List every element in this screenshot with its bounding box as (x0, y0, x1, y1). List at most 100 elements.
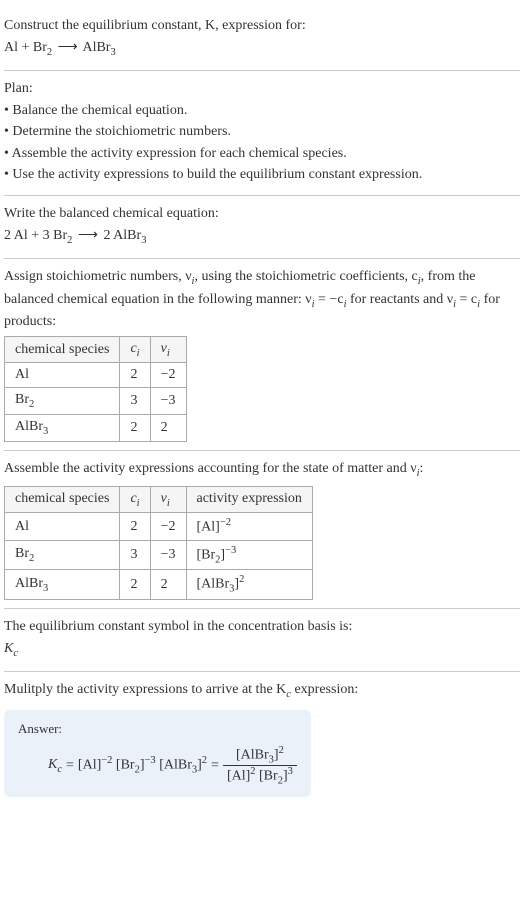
cell-species: Br2 (5, 388, 120, 415)
balanced-title: Write the balanced chemical equation: (4, 204, 520, 224)
equals-sign-2: = (211, 758, 219, 774)
ae-base: [AlBr (197, 577, 230, 592)
table-row: Al 2 −2 [Al]−2 (5, 513, 313, 541)
multiply-text: Mulitply the activity expressions to arr… (4, 680, 520, 702)
multiply-section: Mulitply the activity expressions to arr… (4, 672, 520, 805)
table-header-row: chemical species ci νi (5, 336, 187, 363)
th-vi-i: i (167, 497, 170, 508)
stoich-text: Assign stoichiometric numbers, νi, using… (4, 267, 520, 332)
cell-vi: 2 (150, 570, 186, 599)
ae-exp: 2 (239, 574, 244, 585)
eq-sub1: 2 (47, 46, 52, 57)
table-row: Br2 3 −3 [Br2]−3 (5, 541, 313, 570)
t1e: −2 (101, 755, 112, 766)
balanced-section: Write the balanced chemical equation: 2 … (4, 196, 520, 259)
cell-ci: 2 (120, 363, 150, 388)
cell-species: Al (5, 513, 120, 541)
ae-exp: −3 (225, 545, 236, 556)
th-species: chemical species (5, 336, 120, 363)
intro-equation: Al + Br2 ⟶ AlBr3 (4, 38, 520, 60)
t2e: −3 (145, 755, 156, 766)
th-ci: ci (120, 336, 150, 363)
sp-text: Br (15, 546, 29, 561)
den2a: [Br (256, 769, 278, 784)
eq-sub2: 3 (110, 46, 115, 57)
table-row: Al 2 −2 (5, 363, 187, 388)
bal-s2: 3 (141, 234, 146, 245)
answer-box: Answer: Kc = [Al]−2 [Br2]−3 [AlBr3]2 = [… (4, 710, 311, 796)
plan-section: Plan: • Balance the chemical equation. •… (4, 71, 520, 196)
bal-c1: 2 Al + 3 Br (4, 228, 67, 243)
table-row: AlBr3 2 2 [AlBr3]2 (5, 570, 313, 599)
mult-t2: expression: (291, 682, 358, 697)
st-t1: Assign stoichiometric numbers, ν (4, 269, 192, 284)
cell-vi: −3 (150, 541, 186, 570)
arrow-icon: ⟶ (58, 38, 78, 58)
st-t6: = c (456, 292, 477, 307)
bal-c2: 2 AlBr (103, 228, 141, 243)
cell-species: Al (5, 363, 120, 388)
symbol-section: The equilibrium constant symbol in the c… (4, 609, 520, 672)
activity-table: chemical species ci νi activity expressi… (4, 486, 313, 600)
sp-text: Br (15, 392, 29, 407)
cell-ci: 2 (120, 570, 150, 599)
fraction: [AlBr3]2 [Al]2 [Br2]3 (223, 745, 297, 787)
sp-text: AlBr (15, 576, 43, 591)
act-t1: Assemble the activity expressions accoun… (4, 461, 417, 476)
st-t4: = −c (315, 292, 344, 307)
expanded-form: [Al]−2 [Br2]−3 [AlBr3]2 (78, 755, 207, 775)
den1: [Al] (227, 769, 250, 784)
ae-base: [Br (197, 548, 216, 563)
th-ci-i: i (137, 497, 140, 508)
cell-species: AlBr3 (5, 570, 120, 599)
den2e: 3 (288, 766, 293, 777)
ae-exp: −2 (220, 517, 231, 528)
denominator: [Al]2 [Br2]3 (223, 766, 297, 786)
cell-activity: [Al]−2 (186, 513, 312, 541)
cell-activity: [AlBr3]2 (186, 570, 312, 599)
plan-bullet-2: • Determine the stoichiometric numbers. (4, 122, 520, 142)
arrow-icon: ⟶ (78, 226, 98, 246)
symbol-text: The equilibrium constant symbol in the c… (4, 617, 520, 637)
table-row: Br2 3 −3 (5, 388, 187, 415)
num-a: [AlBr (236, 747, 269, 762)
balanced-equation: 2 Al + 3 Br2 ⟶ 2 AlBr3 (4, 226, 520, 248)
answer-label: Answer: (18, 720, 297, 738)
cell-species: Br2 (5, 541, 120, 570)
cell-vi: −2 (150, 513, 186, 541)
cell-vi: −2 (150, 363, 186, 388)
symbol-kc: Kc (4, 639, 520, 661)
th-vi-i: i (167, 347, 170, 358)
t2a: [Br (112, 758, 134, 773)
num-e: 2 (279, 745, 284, 756)
table-row: AlBr3 2 2 (5, 415, 187, 442)
kc-symbol: Kc (48, 757, 62, 775)
sp-sub: 3 (43, 583, 48, 594)
th-vi: νi (150, 486, 186, 513)
plan-title: Plan: (4, 79, 520, 99)
plan-bullet-4: • Use the activity expressions to build … (4, 165, 520, 185)
th-ci: ci (120, 486, 150, 513)
cell-vi: 2 (150, 415, 186, 442)
sp-text: AlBr (15, 419, 43, 434)
cell-ci: 2 (120, 415, 150, 442)
eq-lhs: Al + Br (4, 40, 47, 55)
t1: [Al] (78, 758, 101, 773)
cell-activity: [Br2]−3 (186, 541, 312, 570)
stoich-table: chemical species ci νi Al 2 −2 Br2 3 −3 … (4, 336, 187, 442)
kc-k: K (4, 641, 13, 656)
kc-c: c (13, 647, 18, 658)
th-vi: νi (150, 336, 186, 363)
sp-sub: 2 (29, 399, 34, 410)
eq-rhs: AlBr (82, 40, 110, 55)
sp-sub: 3 (43, 426, 48, 437)
t3e: 2 (202, 755, 207, 766)
activity-section: Assemble the activity expressions accoun… (4, 451, 520, 609)
cell-ci: 3 (120, 388, 150, 415)
numerator: [AlBr3]2 (223, 745, 297, 766)
act-t2: : (420, 461, 424, 476)
plan-bullet-3: • Assemble the activity expression for e… (4, 144, 520, 164)
equals-sign: = (66, 758, 74, 774)
kc-k: K (48, 757, 57, 772)
intro-text: Construct the equilibrium constant, K, e… (4, 16, 520, 36)
